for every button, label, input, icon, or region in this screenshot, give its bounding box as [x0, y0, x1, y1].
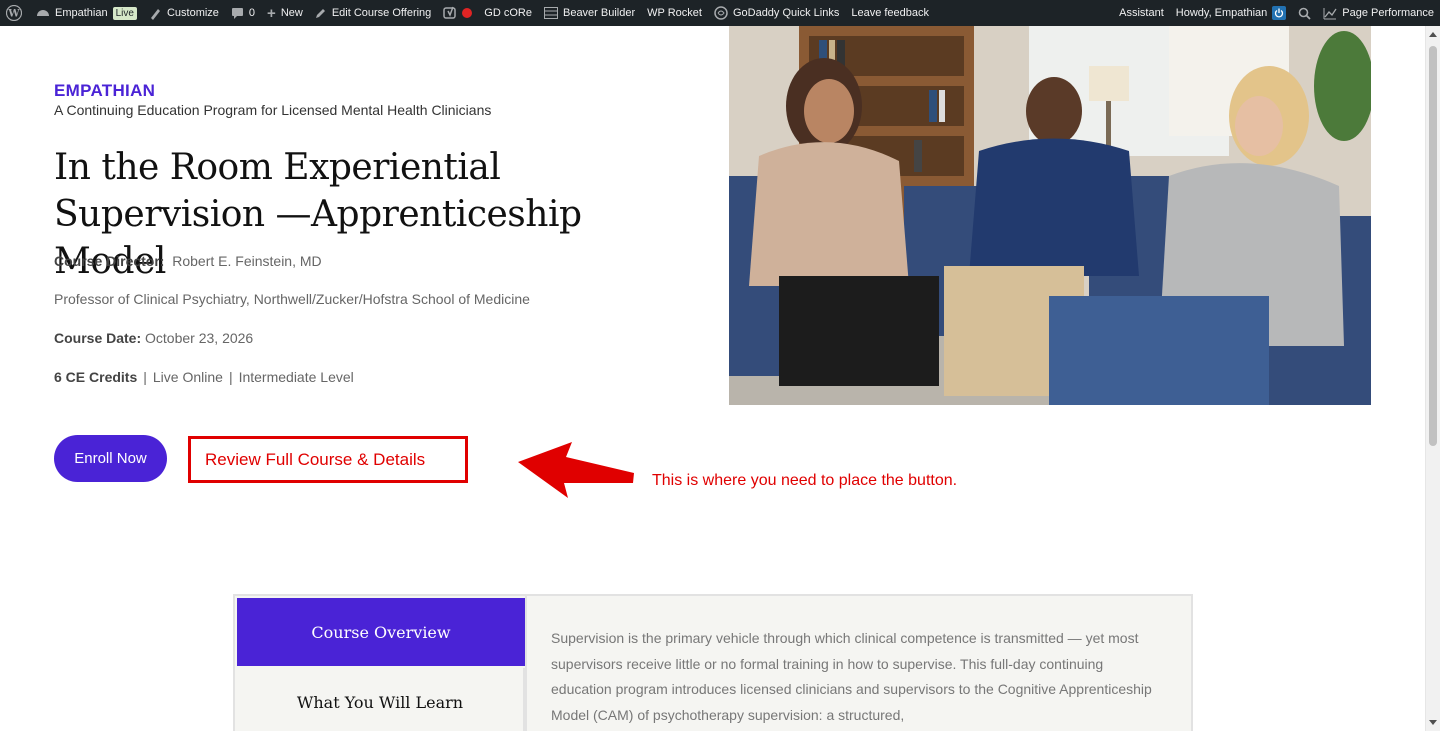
godaddy-links-label: GoDaddy Quick Links	[732, 7, 840, 19]
customize-link[interactable]: Customize	[143, 0, 225, 26]
wp-rocket-menu[interactable]: WP Rocket	[641, 0, 708, 26]
program-tagline: A Continuing Education Program for Licen…	[54, 102, 492, 118]
enroll-now-button[interactable]: Enroll Now	[54, 435, 167, 482]
course-specs: 6 CE Credits | Live Online | Intermediate Le…	[54, 369, 354, 385]
tab-what-you-will-learn[interactable]: What You Will Learn	[237, 668, 525, 731]
new-label: New	[280, 7, 303, 19]
account-menu[interactable]: Howdy, Empathian	[1170, 0, 1293, 26]
beaver-builder-label: Beaver Builder	[562, 7, 636, 19]
course-tabs-panel: Course Overview What You Will Learn Supe…	[233, 594, 1193, 731]
yoast-menu[interactable]	[437, 0, 478, 26]
page-performance-label: Page Performance	[1342, 7, 1434, 19]
site-name-menu[interactable]: Empathian Live	[30, 0, 143, 26]
pencil-icon	[315, 7, 327, 19]
director-label: Course Director:	[54, 253, 165, 269]
dashboard-icon	[36, 6, 50, 20]
brand-label: EMPATHIAN	[54, 81, 156, 100]
howdy-label: Howdy, Empathian	[1175, 7, 1268, 19]
comment-bubble-icon	[231, 7, 244, 20]
scroll-up-arrow-icon[interactable]	[1429, 32, 1437, 37]
beaver-builder-menu[interactable]: Beaver Builder	[538, 0, 641, 26]
performance-chart-icon	[1323, 7, 1337, 20]
page-performance-menu[interactable]: Page Performance	[1317, 0, 1440, 26]
spec-separator: |	[143, 369, 147, 385]
gd-core-menu[interactable]: GD cORe	[478, 0, 538, 26]
leave-feedback-link[interactable]: Leave feedback	[845, 0, 935, 26]
yoast-logo-icon	[443, 6, 457, 20]
spec-separator: |	[228, 369, 233, 385]
godaddy-links-menu[interactable]: GoDaddy Quick Links	[708, 0, 845, 26]
date-value: October 23, 2026	[145, 330, 254, 346]
annotation-note: This is where you need to place the butt…	[652, 472, 958, 489]
course-format: Live Online	[152, 369, 223, 385]
comments-count: 0	[248, 7, 256, 19]
new-content-menu[interactable]: + New	[261, 0, 309, 26]
tab-divider	[525, 596, 527, 731]
page-scrollbar[interactable]	[1425, 26, 1440, 731]
wordpress-logo-icon[interactable]: W	[0, 0, 30, 26]
scrollbar-thumb[interactable]	[1429, 46, 1437, 446]
course-director: Course Director: Robert E. Feinstein, MD	[54, 253, 322, 269]
customize-label: Customize	[166, 7, 219, 19]
tab-course-overview[interactable]: Course Overview	[237, 598, 525, 666]
director-name: Robert E. Feinstein, MD	[172, 253, 322, 269]
godaddy-logo-icon	[714, 6, 728, 20]
ce-credits: 6 CE Credits	[54, 369, 138, 385]
comments-link[interactable]: 0	[225, 0, 261, 26]
annotation-arrow-icon	[518, 442, 634, 498]
course-date: Course Date: October 23, 2026	[54, 330, 253, 346]
brush-icon	[149, 7, 162, 20]
director-affiliation: Professor of Clinical Psychiatry, Northw…	[54, 291, 530, 307]
site-name: Empathian	[55, 7, 108, 19]
svg-text:W: W	[7, 9, 20, 20]
wp-rocket-label: WP Rocket	[647, 7, 702, 19]
hero-photo	[729, 26, 1371, 405]
avatar-power-icon	[1272, 6, 1287, 20]
gd-core-label: GD cORe	[484, 7, 532, 19]
leave-feedback-label: Leave feedback	[851, 7, 930, 19]
assistant-label: Assistant	[1119, 7, 1164, 19]
course-level: Intermediate Level	[238, 369, 354, 385]
edit-course-link[interactable]: Edit Course Offering	[309, 0, 437, 26]
status-red-dot-icon	[462, 8, 473, 18]
grid-icon	[543, 7, 558, 19]
assistant-link[interactable]: Assistant	[1113, 0, 1170, 26]
scroll-down-arrow-icon[interactable]	[1429, 720, 1437, 725]
search-icon[interactable]	[1292, 0, 1317, 26]
review-course-button-placeholder[interactable]: Review Full Course & Details	[188, 436, 468, 483]
live-badge: Live	[112, 6, 137, 20]
edit-course-label: Edit Course Offering	[331, 7, 432, 19]
date-label: Course Date:	[54, 330, 142, 346]
wp-admin-bar: W Empathian Live Customize 0 + New Edit …	[0, 0, 1440, 26]
plus-icon: +	[267, 4, 276, 22]
course-overview-text: Supervision is the primary vehicle throu…	[551, 630, 1152, 723]
